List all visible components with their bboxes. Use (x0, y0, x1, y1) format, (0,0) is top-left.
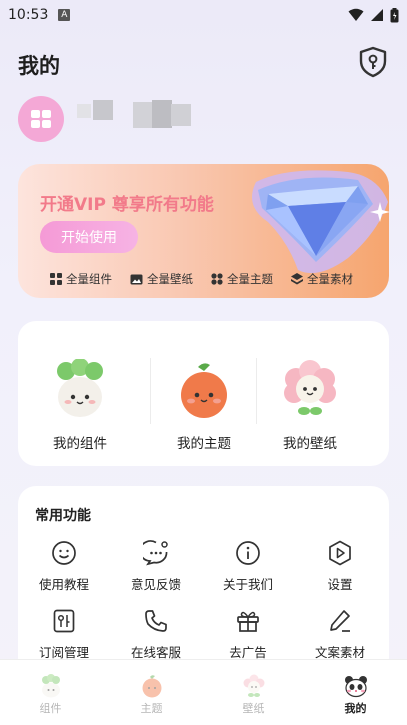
subscription-item[interactable]: 订阅管理 (18, 608, 110, 661)
shield-key-icon (359, 46, 387, 78)
tab-mine[interactable]: 我的 (305, 660, 406, 725)
avatar[interactable] (18, 96, 64, 142)
flower-mascot-icon (243, 674, 264, 697)
vip-banner[interactable]: 开通VIP 尊享所有功能 开始使用 全量组件 全量壁纸 全量主题 全量素材 (18, 164, 389, 298)
panda-mascot-icon (344, 676, 367, 698)
vip-feature: 全量主题 (211, 271, 273, 287)
settings-item[interactable]: 设置 (294, 540, 386, 593)
peach-mascot-icon (142, 675, 161, 698)
vip-feature-list: 全量组件 全量壁纸 全量主题 全量素材 (50, 271, 353, 287)
peach-mascot-icon (181, 363, 227, 418)
radish-mascot-icon (41, 674, 60, 698)
vip-start-button[interactable]: 开始使用 (40, 221, 138, 253)
tab-themes[interactable]: 主题 (101, 660, 202, 725)
my-wallpapers-item[interactable]: 我的壁纸 (248, 321, 372, 466)
phone-icon (145, 610, 167, 632)
settings-label: 设置 (327, 577, 353, 592)
notification-icon: A (58, 9, 71, 21)
vip-feature-label: 全量组件 (66, 272, 112, 286)
vip-title: 开通VIP 尊享所有功能 (40, 195, 214, 215)
battery-icon (390, 7, 399, 22)
smile-icon (52, 541, 76, 565)
remove-ads-item[interactable]: 去广告 (202, 608, 294, 661)
status-bar: 10:53 A (0, 0, 407, 30)
vip-feature-label: 全量壁纸 (147, 272, 193, 286)
tab-widgets-label: 组件 (39, 702, 62, 715)
customer-service-item[interactable]: 在线客服 (110, 608, 202, 661)
tab-wallpapers-label: 壁纸 (242, 702, 265, 715)
flower-mascot-icon (284, 360, 336, 415)
copywriting-item[interactable]: 文案素材 (294, 608, 386, 661)
status-time: 10:53 (8, 7, 49, 23)
about-us-label: 关于我们 (222, 577, 273, 592)
tutorial-item[interactable]: 使用教程 (18, 540, 110, 593)
diamond-icon (252, 170, 389, 274)
vip-feature-label: 全量素材 (307, 272, 353, 286)
subscription-icon (53, 609, 75, 633)
vip-feature: 全量壁纸 (130, 271, 193, 287)
info-icon (236, 541, 260, 565)
gift-icon (237, 611, 259, 632)
cellular-icon (371, 9, 383, 21)
about-us-item[interactable]: 关于我们 (202, 540, 294, 593)
my-themes-label: 我的主题 (177, 436, 231, 452)
tutorial-label: 使用教程 (38, 577, 89, 592)
vip-feature: 全量组件 (50, 271, 112, 287)
radish-mascot-icon (57, 359, 103, 417)
tab-widgets[interactable]: 组件 (0, 660, 101, 725)
page-title: 我的 (18, 54, 60, 78)
common-functions-card: 常用功能 使用教程 意见反馈 关于我们 设置 订阅管理 在线客服 去广告 文案素… (18, 486, 389, 676)
my-wallpapers-label: 我的壁纸 (283, 436, 337, 452)
tab-themes-label: 主题 (140, 702, 163, 715)
tab-mine-label: 我的 (344, 702, 367, 715)
theme-icon (211, 273, 223, 285)
feedback-item[interactable]: 意见反馈 (110, 540, 202, 593)
play-settings-icon (329, 540, 351, 566)
grid-icon (50, 273, 62, 285)
common-functions-title: 常用功能 (35, 508, 91, 524)
vip-feature: 全量素材 (291, 271, 353, 287)
my-collection-card: 我的组件 我的主题 我的壁纸 (18, 321, 389, 466)
app-grid-icon (31, 110, 51, 128)
tab-wallpapers[interactable]: 壁纸 (203, 660, 304, 725)
layers-icon (291, 273, 303, 285)
bottom-tab-bar: 组件 主题 壁纸 我的 (0, 659, 407, 725)
feedback-label: 意见反馈 (130, 577, 181, 592)
wifi-icon (348, 8, 364, 21)
chat-bubble-icon (143, 540, 168, 566)
image-icon (130, 274, 143, 284)
my-widgets-item[interactable]: 我的组件 (18, 321, 142, 466)
pen-icon (330, 610, 350, 632)
privacy-shield-button[interactable] (358, 46, 388, 78)
my-widgets-label: 我的组件 (53, 436, 107, 452)
vip-feature-label: 全量主题 (227, 272, 273, 286)
